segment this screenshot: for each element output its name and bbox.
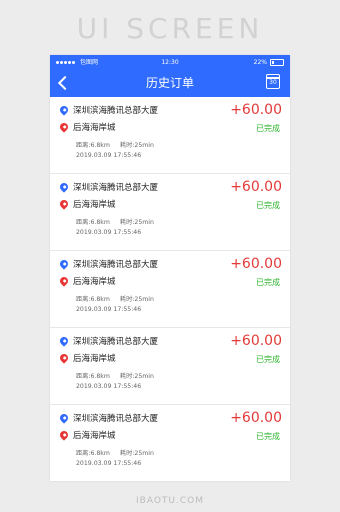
- destination-row: 后海海岸城: [58, 352, 116, 364]
- order-item[interactable]: 深圳滨海腾讯总部大厦 后海海岸城 距离:6.8km 耗时:25min 2019.…: [50, 97, 290, 174]
- order-amount: +60.00: [230, 410, 282, 426]
- status-right: 22%: [254, 55, 284, 70]
- origin-pin-icon: [58, 335, 70, 347]
- destination-pin-icon: [58, 352, 70, 364]
- status-bar: 包图网 12:30 22%: [50, 55, 290, 70]
- destination-pin-icon: [58, 275, 70, 287]
- order-amount: +60.00: [230, 256, 282, 272]
- trip-distance: 距离:6.8km: [76, 296, 110, 303]
- destination-address: 后海海岸城: [73, 431, 116, 441]
- trip-distance: 距离:6.8km: [76, 373, 110, 380]
- trip-datetime: 2019.03.09 17:55:46: [76, 306, 142, 313]
- phone-screen: 包图网 12:30 22% 历史订单 30 深圳滨海腾讯总部大厦 后海海岸城 距…: [50, 55, 290, 481]
- trip-duration: 耗时:25min: [119, 219, 154, 226]
- origin-address: 深圳滨海腾讯总部大厦: [73, 106, 159, 116]
- trip-datetime: 2019.03.09 17:55:46: [76, 383, 142, 390]
- order-amount: +60.00: [230, 333, 282, 349]
- destination-pin-icon: [58, 429, 70, 441]
- order-status: 已完成: [256, 124, 280, 133]
- origin-row: 深圳滨海腾讯总部大厦: [58, 181, 159, 193]
- watermark-text: IBAOTU.COM: [136, 496, 204, 506]
- origin-pin-icon: [58, 104, 70, 116]
- order-item[interactable]: 深圳滨海腾讯总部大厦 后海海岸城 距离:6.8km 耗时:25min 2019.…: [50, 405, 290, 481]
- order-amount: +60.00: [230, 179, 282, 195]
- trip-datetime: 2019.03.09 17:55:46: [76, 229, 142, 236]
- order-item[interactable]: 深圳滨海腾讯总部大厦 后海海岸城 距离:6.8km 耗时:25min 2019.…: [50, 174, 290, 251]
- destination-row: 后海海岸城: [58, 198, 116, 210]
- destination-row: 后海海岸城: [58, 429, 116, 441]
- battery-icon: [270, 59, 284, 66]
- origin-address: 深圳滨海腾讯总部大厦: [73, 414, 159, 424]
- destination-pin-icon: [58, 121, 70, 133]
- trip-distance: 距离:6.8km: [76, 219, 110, 226]
- trip-meta: 距离:6.8km 耗时:25min: [76, 217, 154, 226]
- calendar-day: 30: [269, 79, 277, 86]
- order-status: 已完成: [256, 278, 280, 287]
- destination-pin-icon: [58, 198, 70, 210]
- trip-duration: 耗时:25min: [119, 296, 154, 303]
- origin-pin-icon: [58, 181, 70, 193]
- order-status: 已完成: [256, 355, 280, 364]
- origin-pin-icon: [58, 412, 70, 424]
- trip-duration: 耗时:25min: [119, 450, 154, 457]
- trip-meta: 距离:6.8km 耗时:25min: [76, 448, 154, 457]
- origin-row: 深圳滨海腾讯总部大厦: [58, 258, 159, 270]
- destination-row: 后海海岸城: [58, 275, 116, 287]
- calendar-icon[interactable]: 30: [266, 74, 280, 89]
- trip-distance: 距离:6.8km: [76, 142, 110, 149]
- trip-meta: 距离:6.8km 耗时:25min: [76, 371, 154, 380]
- order-item[interactable]: 深圳滨海腾讯总部大厦 后海海岸城 距离:6.8km 耗时:25min 2019.…: [50, 328, 290, 405]
- trip-meta: 距离:6.8km 耗时:25min: [76, 140, 154, 149]
- origin-row: 深圳滨海腾讯总部大厦: [58, 335, 159, 347]
- nav-bar: 历史订单 30: [50, 70, 290, 97]
- destination-address: 后海海岸城: [73, 200, 116, 210]
- order-status: 已完成: [256, 201, 280, 210]
- origin-row: 深圳滨海腾讯总部大厦: [58, 412, 159, 424]
- trip-meta: 距离:6.8km 耗时:25min: [76, 294, 154, 303]
- trip-duration: 耗时:25min: [119, 142, 154, 149]
- trip-distance: 距离:6.8km: [76, 450, 110, 457]
- trip-duration: 耗时:25min: [119, 373, 154, 380]
- origin-pin-icon: [58, 258, 70, 270]
- origin-address: 深圳滨海腾讯总部大厦: [73, 337, 159, 347]
- banner-title: UI SCREEN: [76, 12, 264, 45]
- origin-address: 深圳滨海腾讯总部大厦: [73, 260, 159, 270]
- trip-datetime: 2019.03.09 17:55:46: [76, 460, 142, 467]
- origin-address: 深圳滨海腾讯总部大厦: [73, 183, 159, 193]
- order-amount: +60.00: [230, 102, 282, 118]
- trip-datetime: 2019.03.09 17:55:46: [76, 152, 142, 159]
- origin-row: 深圳滨海腾讯总部大厦: [58, 104, 159, 116]
- destination-address: 后海海岸城: [73, 123, 116, 133]
- battery-percent: 22%: [253, 59, 267, 66]
- page-title: 历史订单: [145, 76, 194, 90]
- destination-address: 后海海岸城: [73, 354, 116, 364]
- order-item[interactable]: 深圳滨海腾讯总部大厦 后海海岸城 距离:6.8km 耗时:25min 2019.…: [50, 251, 290, 328]
- order-status: 已完成: [256, 432, 280, 441]
- destination-row: 后海海岸城: [58, 121, 116, 133]
- destination-address: 后海海岸城: [73, 277, 116, 287]
- order-list: 深圳滨海腾讯总部大厦 后海海岸城 距离:6.8km 耗时:25min 2019.…: [50, 97, 290, 481]
